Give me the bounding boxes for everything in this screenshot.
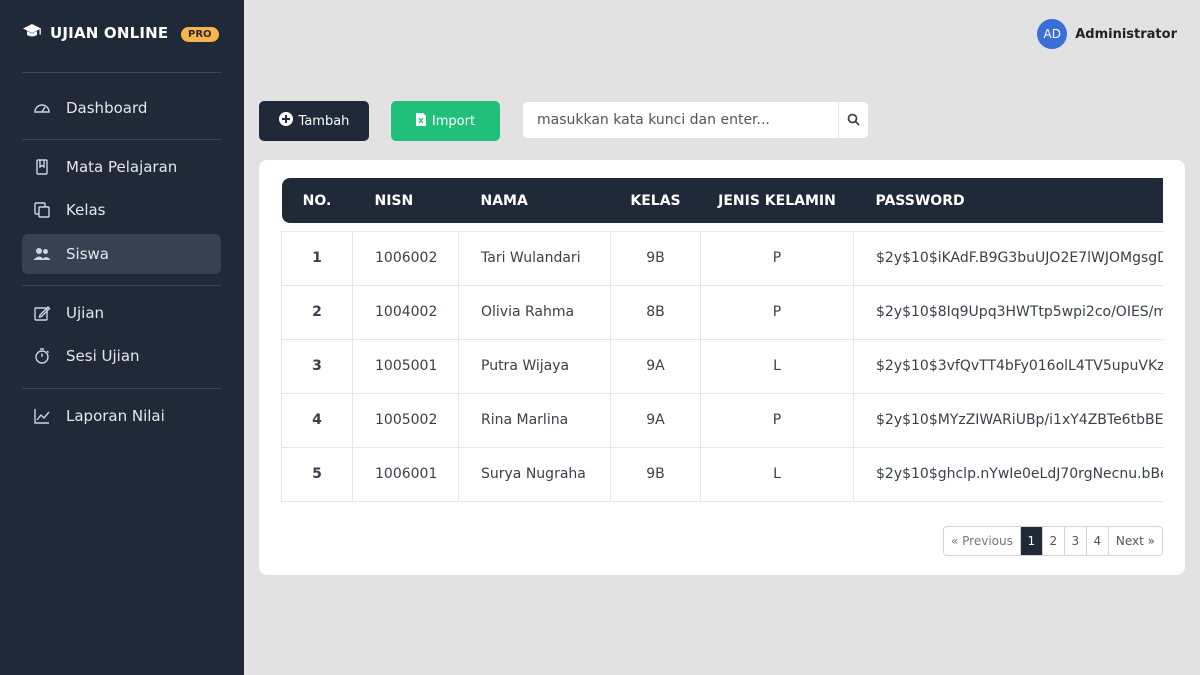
sidebar-item-label: Siswa: [66, 245, 109, 263]
cell-jenis-kelamin: L: [700, 338, 854, 394]
cell-kelas: 8B: [610, 284, 701, 340]
divider: [22, 388, 221, 389]
user-name: Administrator: [1075, 26, 1177, 42]
cell-password: $2y$10$3vfQvTT4bFy016olL4TV5upuVKzjQa: [853, 338, 1163, 394]
pagination-page-4[interactable]: 4: [1085, 527, 1108, 555]
graduation-cap-icon: [22, 22, 42, 44]
cell-no: 2: [281, 284, 353, 340]
column-header-nama: NAMA: [480, 192, 528, 209]
divider: [22, 285, 221, 286]
avatar: AD: [1037, 19, 1068, 49]
file-excel-icon: [415, 112, 426, 130]
cell-jenis-kelamin: L: [700, 446, 854, 502]
add-button[interactable]: Tambah: [259, 101, 369, 141]
search-box: [522, 101, 869, 139]
sidebar-item-sesi-ujian[interactable]: Sesi Ujian: [22, 336, 221, 376]
add-button-label: Tambah: [298, 113, 350, 129]
sidebar-item-dashboard[interactable]: Dashboard: [22, 88, 221, 128]
table-row: 2 1004002 Olivia Rahma 8B P $2y$10$8Iq9U…: [281, 284, 1163, 340]
cell-nisn: 1005002: [352, 392, 459, 448]
sidebar-item-ujian[interactable]: Ujian: [22, 293, 221, 333]
cell-nama: Tari Wulandari: [458, 230, 611, 286]
search-input[interactable]: [523, 102, 838, 138]
sidebar-item-label: Ujian: [66, 304, 105, 322]
cell-no: 5: [281, 446, 353, 502]
cell-nisn: 1005001: [352, 338, 459, 394]
cell-password: $2y$10$ghclp.nYwIe0eLdJ70rgNecnu.bBeZx: [853, 446, 1163, 502]
cell-no: 3: [281, 338, 353, 394]
column-header-jenis-kelamin: JENIS KELAMIN: [718, 192, 836, 209]
import-button[interactable]: Import: [391, 101, 500, 141]
cell-password: $2y$10$8Iq9Upq3HWTtp5wpi2co/OIES/mRa: [853, 284, 1163, 340]
sidebar-item-kelas[interactable]: Kelas: [22, 190, 221, 230]
table-row: 5 1006001 Surya Nugraha 9B L $2y$10$ghcl…: [281, 446, 1163, 502]
cell-jenis-kelamin: P: [700, 392, 854, 448]
column-header-kelas: KELAS: [630, 192, 681, 209]
table-row: 4 1005002 Rina Marlina 9A P $2y$10$MYzZI…: [281, 392, 1163, 448]
cell-nisn: 1006001: [352, 446, 459, 502]
dashboard-icon: [33, 99, 51, 117]
cell-no: 1: [281, 230, 353, 286]
edit-icon: [33, 304, 51, 322]
pagination-page-3[interactable]: 3: [1063, 527, 1086, 555]
sidebar-item-label: Mata Pelajaran: [66, 158, 178, 176]
pagination-previous[interactable]: « Previous: [944, 527, 1020, 555]
brand-name: UJIAN ONLINE: [50, 24, 169, 42]
cell-kelas: 9A: [610, 392, 701, 448]
cell-kelas: 9B: [610, 446, 701, 502]
table-scroll[interactable]: NO. NISN NAMA KELAS JENIS KELAMIN PASSWO…: [281, 178, 1163, 504]
cell-nama: Rina Marlina: [458, 392, 611, 448]
table-header-row: NO. NISN NAMA KELAS JENIS KELAMIN PASSWO…: [281, 178, 1163, 223]
column-header-password: PASSWORD: [875, 192, 965, 209]
cell-nisn: 1004002: [352, 284, 459, 340]
cell-kelas: 9A: [610, 338, 701, 394]
cell-jenis-kelamin: P: [700, 230, 854, 286]
cell-nama: Putra Wijaya: [458, 338, 611, 394]
sidebar-item-mata-pelajaran[interactable]: Mata Pelajaran: [22, 147, 221, 187]
table-row: 1 1006002 Tari Wulandari 9B P $2y$10$iKA…: [281, 230, 1163, 286]
cell-nama: Olivia Rahma: [458, 284, 611, 340]
table-row: 3 1005001 Putra Wijaya 9A L $2y$10$3vfQv…: [281, 338, 1163, 394]
search-icon: [847, 111, 860, 130]
sidebar-item-laporan-nilai[interactable]: Laporan Nilai: [22, 396, 221, 436]
timer-icon: [33, 347, 51, 365]
users-icon: [33, 245, 51, 263]
brand[interactable]: UJIAN ONLINE: [22, 22, 168, 44]
divider: [22, 139, 221, 140]
chart-line-icon: [33, 407, 51, 425]
sidebar: UJIAN ONLINE PRO Dashboard Mata Pelajara…: [0, 0, 244, 675]
pagination-next[interactable]: Next »: [1107, 527, 1162, 555]
students-table: NO. NISN NAMA KELAS JENIS KELAMIN PASSWO…: [281, 178, 1163, 502]
copy-icon: [33, 201, 51, 219]
pagination-page-2[interactable]: 2: [1041, 527, 1064, 555]
cell-nisn: 1006002: [352, 230, 459, 286]
divider: [22, 72, 221, 73]
plus-circle-icon: [278, 112, 293, 130]
cell-jenis-kelamin: P: [700, 284, 854, 340]
sidebar-item-label: Dashboard: [66, 99, 148, 117]
pagination: « Previous 1 2 3 4 Next »: [943, 526, 1163, 556]
cell-no: 4: [281, 392, 353, 448]
cell-kelas: 9B: [610, 230, 701, 286]
pagination-page-1[interactable]: 1: [1019, 527, 1042, 555]
book-icon: [33, 158, 51, 176]
column-header-no: NO.: [302, 192, 332, 209]
cell-nama: Surya Nugraha: [458, 446, 611, 502]
students-card: NO. NISN NAMA KELAS JENIS KELAMIN PASSWO…: [259, 160, 1185, 575]
column-header-nisn: NISN: [374, 192, 414, 209]
sidebar-item-label: Laporan Nilai: [66, 407, 165, 425]
user-menu[interactable]: AD Administrator: [1037, 19, 1177, 49]
pro-badge: PRO: [181, 27, 219, 42]
sidebar-item-label: Sesi Ujian: [66, 347, 140, 365]
cell-password: $2y$10$MYzZIWARiUBp/i1xY4ZBTe6tbBEW4c: [853, 392, 1163, 448]
cell-password: $2y$10$iKAdF.B9G3buUJO2E7lWJOMgsgDx: [853, 230, 1163, 286]
sidebar-item-siswa[interactable]: Siswa: [22, 234, 221, 274]
sidebar-item-label: Kelas: [66, 201, 106, 219]
import-button-label: Import: [431, 113, 476, 129]
search-button[interactable]: [838, 102, 868, 138]
